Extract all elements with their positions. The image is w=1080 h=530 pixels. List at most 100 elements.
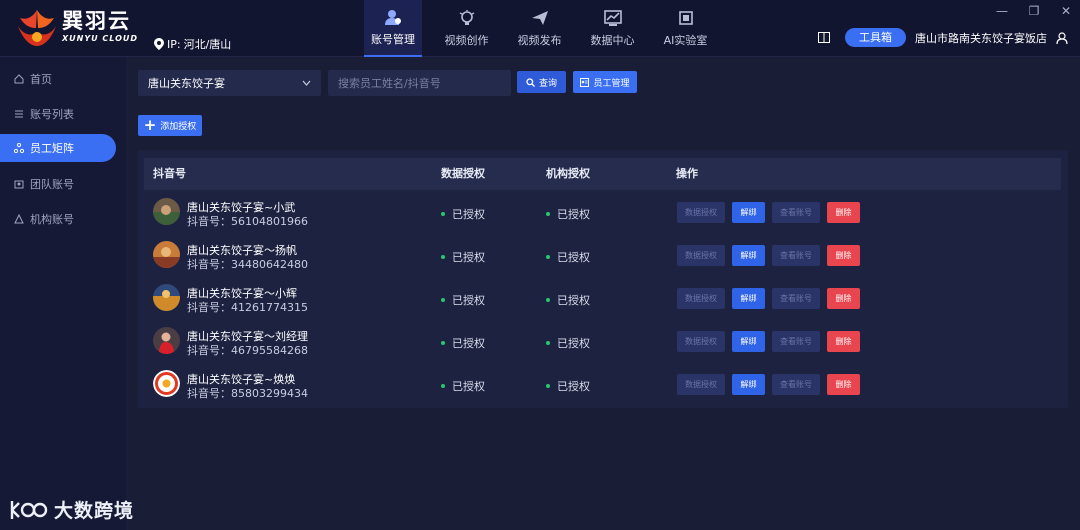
unbind-button[interactable]: 解绑 [732, 331, 765, 352]
status-text: 已授权 [557, 337, 590, 350]
location-pin-icon [154, 38, 164, 50]
unbind-button[interactable]: 解绑 [732, 202, 765, 223]
chip-icon [678, 10, 693, 25]
account-id: 抖音号：34480642480 [187, 258, 308, 271]
query-button[interactable]: 查询 [517, 71, 566, 93]
book-icon[interactable] [818, 32, 830, 43]
sidebar-item-label: 首页 [30, 73, 52, 86]
status-text: 已授权 [452, 208, 485, 221]
table-row: 唐山关东饺子宴~焕焕 抖音号：85803299434 已授权 已授权 数据授权 … [144, 363, 1061, 406]
nav-label: AI实验室 [663, 33, 708, 47]
brand-name: 巽羽云 [62, 9, 131, 33]
delete-button[interactable]: 删除 [827, 374, 860, 395]
status-text: 已授权 [452, 337, 485, 350]
top-bar: 巽羽云 XUNYU CLOUD IP: 河北/唐山 账号管理 视频创作 视频发布… [0, 0, 1080, 57]
home-icon [14, 74, 24, 84]
view-account-button[interactable]: 查看账号 [772, 331, 820, 352]
data-auth-button[interactable]: 数据授权 [677, 331, 725, 352]
nav-data-center[interactable]: 数据中心 [576, 0, 649, 57]
data-auth-button[interactable]: 数据授权 [677, 288, 725, 309]
status-dot [546, 255, 550, 259]
staff-card-icon [580, 77, 590, 87]
toolbox-button[interactable]: 工具箱 [845, 28, 906, 47]
staff-management-button[interactable]: 员工管理 [573, 71, 637, 93]
avatar [153, 241, 180, 268]
nav-account-management[interactable]: 账号管理 [364, 0, 422, 57]
store-select[interactable]: 唐山关东饺子宴 [138, 70, 321, 96]
status-dot [546, 341, 550, 345]
search-input[interactable] [328, 70, 511, 96]
nav-video-creation[interactable]: 视频创作 [430, 0, 503, 57]
nav-label: 视频创作 [444, 33, 489, 47]
watermark-logo-icon [10, 500, 48, 519]
sidebar-item-account-list[interactable]: 账号列表 [0, 100, 116, 128]
view-account-button[interactable]: 查看账号 [772, 288, 820, 309]
restore-icon[interactable]: ❐ [1028, 4, 1040, 18]
phoenix-logo-icon [18, 10, 56, 46]
plus-icon: + [143, 116, 157, 134]
store-name: 唐山市路南关东饺子宴饭店 [915, 31, 1047, 45]
unbind-button[interactable]: 解绑 [732, 245, 765, 266]
account-id: 抖音号：41261774315 [187, 301, 308, 314]
paper-plane-icon [531, 10, 548, 25]
status-dot [441, 341, 445, 345]
data-auth-status: 已授权 [441, 335, 485, 351]
sidebar-item-label: 机构账号 [30, 213, 74, 226]
avatar [153, 370, 180, 397]
close-icon[interactable]: ✕ [1060, 4, 1072, 18]
view-account-button[interactable]: 查看账号 [772, 202, 820, 223]
nav-ai-lab[interactable]: AI实验室 [649, 0, 722, 57]
delete-button[interactable]: 删除 [827, 245, 860, 266]
add-authorization-button[interactable]: + 添加授权 [138, 115, 202, 136]
status-dot [441, 255, 445, 259]
store-select-value: 唐山关东饺子宴 [148, 77, 225, 90]
data-auth-button[interactable]: 数据授权 [677, 245, 725, 266]
org-auth-status: 已授权 [546, 249, 590, 265]
nav-label: 数据中心 [590, 33, 635, 47]
top-right: 工具箱 唐山市路南关东饺子宴饭店 [818, 28, 1068, 47]
delete-button[interactable]: 删除 [827, 288, 860, 309]
data-auth-status: 已授权 [441, 292, 485, 308]
ip-value: 河北/唐山 [183, 38, 232, 51]
table-header: 抖音号 数据授权 机构授权 操作 [144, 158, 1061, 190]
status-text: 已授权 [557, 380, 590, 393]
view-account-button[interactable]: 查看账号 [772, 245, 820, 266]
unbind-button[interactable]: 解绑 [732, 288, 765, 309]
bulb-icon [459, 9, 474, 25]
nav-video-publish[interactable]: 视频发布 [503, 0, 576, 57]
data-auth-status: 已授权 [441, 378, 485, 394]
watermark: 大数跨境 [8, 496, 134, 523]
org-auth-status: 已授权 [546, 378, 590, 394]
sidebar-item-team-accounts[interactable]: 团队账号 [0, 170, 116, 198]
sidebar-item-org-accounts[interactable]: 机构账号 [0, 205, 116, 233]
unbind-button[interactable]: 解绑 [732, 374, 765, 395]
header-operations: 操作 [676, 167, 698, 180]
ip-location: IP: 河北/唐山 [154, 36, 231, 52]
data-auth-button[interactable]: 数据授权 [677, 202, 725, 223]
data-auth-button[interactable]: 数据授权 [677, 374, 725, 395]
status-dot [546, 212, 550, 216]
ip-label: IP: [167, 37, 181, 51]
delete-button[interactable]: 删除 [827, 331, 860, 352]
query-label: 查询 [538, 78, 557, 89]
header-account: 抖音号 [153, 167, 186, 180]
status-text: 已授权 [452, 294, 485, 307]
status-dot [441, 298, 445, 302]
view-account-button[interactable]: 查看账号 [772, 374, 820, 395]
minimize-icon[interactable]: — [996, 4, 1008, 18]
user-icon[interactable] [1056, 31, 1068, 44]
org-auth-status: 已授权 [546, 335, 590, 351]
sidebar: 首页 账号列表 员工矩阵 团队账号 机构账号 [0, 57, 126, 530]
status-dot [546, 298, 550, 302]
table-row: 唐山关东饺子宴~小武 抖音号：56104801966 已授权 已授权 数据授权 … [144, 191, 1061, 234]
delete-button[interactable]: 删除 [827, 202, 860, 223]
status-text: 已授权 [452, 251, 485, 264]
sidebar-item-label: 团队账号 [30, 178, 74, 191]
org-auth-status: 已授权 [546, 206, 590, 222]
user-gear-icon [385, 9, 401, 25]
sidebar-item-home[interactable]: 首页 [0, 65, 116, 93]
brand-subtitle: XUNYU CLOUD [62, 34, 139, 43]
table-row: 唐山关东饺子宴～扬帆 抖音号：34480642480 已授权 已授权 数据授权 … [144, 234, 1061, 277]
table-row: 唐山关东饺子宴～刘经理 抖音号：46795584268 已授权 已授权 数据授权… [144, 320, 1061, 363]
sidebar-item-staff-matrix[interactable]: 员工矩阵 [0, 134, 116, 162]
